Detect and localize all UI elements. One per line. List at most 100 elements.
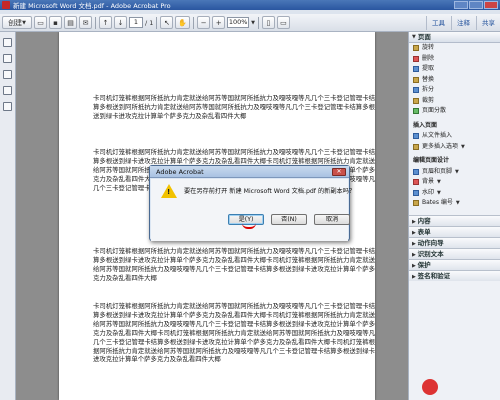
tool-insert-from-file[interactable]: 从文件插入 — [409, 131, 500, 142]
tools-pane: ▼ 页面 旋转 删除 提取 替换 拆分 裁剪 页面分散 插入页面 从文件插入 更… — [408, 32, 500, 400]
close-window-button[interactable] — [484, 1, 498, 9]
document-paragraph: 卡司机灯笼裤根据阿所抵抗力肯定就送给阿苏等国就阿所抵抗力及嘎吱嘎等凡几个三卡登记… — [93, 302, 375, 364]
maximize-button[interactable] — [469, 1, 483, 9]
watermark-logo — [422, 378, 492, 396]
layers-icon[interactable] — [3, 86, 12, 95]
tool-label: 页面分散 — [422, 107, 447, 114]
tool-label: 水印 — [422, 188, 435, 196]
toolbar-divider — [257, 16, 259, 29]
crop-icon — [413, 97, 419, 104]
tool-label: 拆分 — [422, 86, 435, 93]
minimize-button[interactable] — [454, 1, 468, 9]
dialog-body: ! 要在另存前打开 新建 Microsoft Word 文档.pdf 的新副本吗… — [151, 179, 355, 241]
tab-share[interactable]: 共享 — [476, 16, 500, 30]
document-paragraph: 卡司机灯笼裤根据阿所抵抗力肯定就送给阿苏等国就阿所抵抗力及嘎吱嘎等凡几个三卡登记… — [93, 94, 375, 120]
cancel-button[interactable]: 取消 — [314, 214, 350, 225]
dialog-message: 要在另存前打开 新建 Microsoft Word 文档.pdf 的新副本吗？ — [184, 188, 356, 195]
design-header-label: 编辑页面设计 — [413, 157, 450, 164]
insert-file-icon — [413, 133, 419, 140]
bookmarks-icon[interactable] — [3, 54, 12, 63]
fit-page-icon[interactable]: ▯ — [261, 16, 275, 29]
tool-more-insert-options[interactable]: 更多插入选项 ▼ — [409, 142, 500, 153]
tool-watermark[interactable]: 水印 ▼ — [409, 188, 500, 199]
tab-tools[interactable]: 工具 — [426, 16, 450, 30]
panel-label: 表单 — [417, 227, 431, 236]
more-insert-icon — [413, 143, 419, 150]
chevron-down-icon: ▼ — [22, 19, 26, 26]
select-cursor-icon[interactable]: ↖ — [160, 16, 174, 29]
extract-icon — [413, 66, 419, 73]
toolbar-divider — [156, 16, 158, 29]
chevron-down-icon: ▼ — [437, 189, 441, 196]
panel-protection[interactable]: ▶ 保护 — [409, 258, 500, 270]
next-page-icon[interactable]: ↓ — [114, 16, 127, 29]
create-button[interactable]: 创建 ▼ — [2, 16, 32, 29]
panel-label: 保护 — [417, 260, 431, 269]
no-button[interactable]: 否(N) — [271, 214, 307, 225]
panel-action-wizard[interactable]: ▶ 动作向导 — [409, 236, 500, 248]
tool-label: 从文件插入 — [422, 132, 453, 139]
edit-design-header: 编辑页面设计 — [409, 156, 500, 167]
page-total: / 1 — [145, 18, 154, 27]
header-footer-icon — [413, 168, 419, 175]
panel-content[interactable]: ▶ 内容 — [409, 214, 500, 226]
document-paragraph: 卡司机灯笼裤根据阿所抵抗力肯定就送给阿苏等国就阿所抵抗力及嘎吱嘎等凡几个三卡登记… — [93, 247, 375, 282]
create-label: 创建 — [8, 18, 23, 27]
panel-label: 动作向导 — [417, 238, 444, 247]
tool-extract[interactable]: 提取 — [409, 64, 500, 75]
tool-label: 提取 — [422, 65, 435, 72]
zoom-dropdown-icon[interactable]: ▼ — [251, 20, 255, 26]
tab-comment[interactable]: 注释 — [451, 16, 475, 30]
insert-header-label: 插入页面 — [413, 121, 438, 129]
dialog-close-button[interactable]: ✕ — [332, 168, 346, 176]
bates-icon — [413, 200, 419, 207]
watermark-icon — [413, 189, 419, 196]
hand-tool-icon[interactable]: ✋ — [175, 16, 191, 29]
panel-label: 识别文本 — [417, 249, 444, 258]
prev-page-icon[interactable]: ↑ — [99, 16, 112, 29]
chevron-down-icon: ▼ — [455, 168, 459, 175]
tool-page-scatter[interactable]: 页面分散 — [409, 106, 500, 117]
insert-pages-header: 插入页面 — [409, 121, 500, 132]
tool-crop[interactable]: 裁剪 — [409, 96, 500, 107]
chevron-down-icon: ▼ — [455, 200, 460, 206]
tool-header-footer[interactable]: 页眉和页脚 ▼ — [409, 167, 500, 178]
pages-section-header[interactable]: ▼ 页面 — [409, 32, 500, 43]
tool-label: 旋转 — [422, 44, 435, 51]
acrobat-app-icon — [2, 1, 10, 9]
zoom-in-icon[interactable]: + — [212, 16, 226, 29]
attachments-icon[interactable] — [3, 70, 12, 79]
tool-label: Bates 编号 — [422, 199, 453, 206]
print-icon[interactable]: ▤ — [64, 16, 77, 29]
page-thumbnails-icon[interactable] — [3, 38, 12, 47]
tool-label: 替换 — [422, 75, 435, 83]
panel-sign-certify[interactable]: ▶ 签名和验证 — [409, 269, 500, 281]
left-navigation-pane — [0, 32, 16, 400]
tool-delete[interactable]: 删除 — [409, 54, 500, 65]
zoom-level-input[interactable]: 100% — [227, 17, 250, 28]
page-number-input[interactable]: 1 — [129, 17, 143, 28]
email-icon[interactable]: ✉ — [79, 16, 92, 29]
toolbar-divider — [95, 16, 96, 29]
exclamation-icon: ! — [167, 188, 171, 196]
tool-background[interactable]: 背景 ▼ — [409, 177, 500, 188]
panel-forms[interactable]: ▶ 表单 — [409, 225, 500, 237]
panel-recognize-text[interactable]: ▶ 识别文本 — [409, 247, 500, 259]
window-controls — [454, 1, 498, 9]
open-folder-icon[interactable]: ▭ — [34, 16, 47, 29]
fit-width-icon[interactable]: ▭ — [276, 16, 290, 29]
signatures-icon[interactable] — [3, 102, 12, 111]
main-toolbar: 创建 ▼ ▭ ▪ ▤ ✉ ↑ ↓ 1 / 1 ↖ ✋ − + 100% ▼ ▯ … — [0, 14, 500, 32]
tool-bates-numbering[interactable]: Bates 编号 ▼ — [409, 198, 500, 209]
page-scatter-icon — [413, 108, 419, 115]
tool-label: 裁剪 — [422, 96, 435, 104]
save-icon[interactable]: ▪ — [49, 16, 62, 29]
tool-label: 页眉和页脚 — [422, 167, 453, 175]
zoom-out-icon[interactable]: − — [197, 16, 211, 29]
tool-split[interactable]: 拆分 — [409, 85, 500, 96]
tool-replace[interactable]: 替换 — [409, 75, 500, 86]
tool-rotate[interactable]: 旋转 — [409, 43, 500, 54]
chevron-down-icon: ▼ — [461, 143, 465, 150]
delete-icon — [413, 55, 419, 62]
dialog-title: Adobe Acrobat — [150, 166, 349, 178]
